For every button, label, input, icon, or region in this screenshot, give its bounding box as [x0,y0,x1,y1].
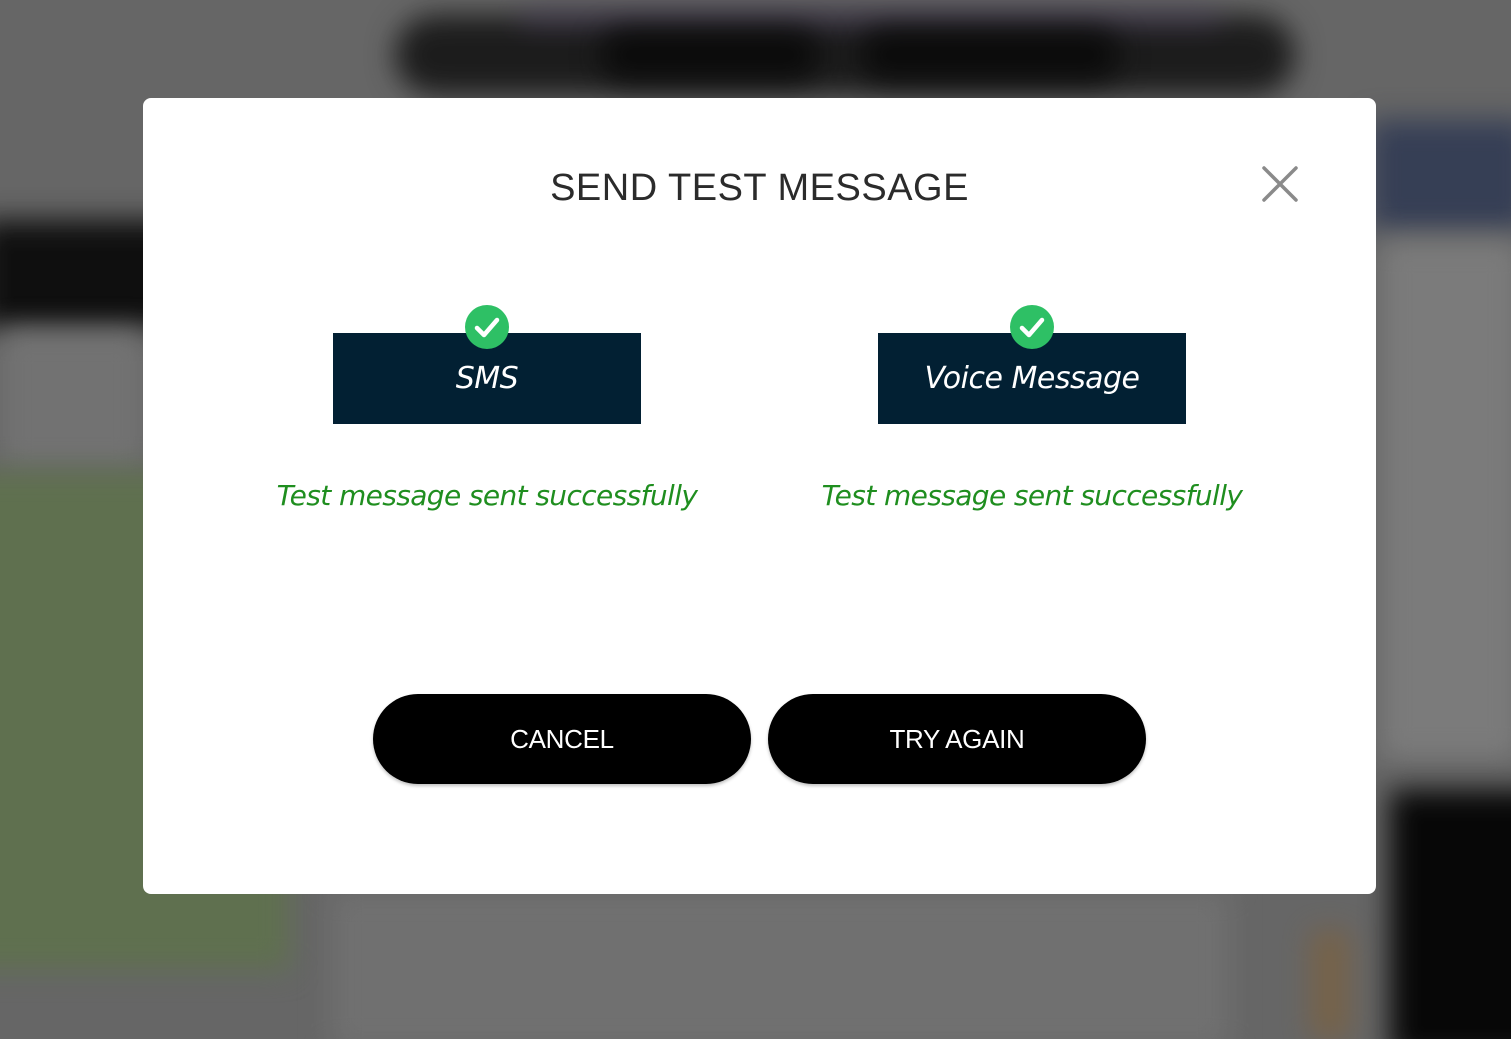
channel-label: SMS [455,361,519,396]
close-x-icon [1262,166,1298,202]
try-again-button[interactable]: TRY AGAIN [768,694,1146,784]
cancel-button[interactable]: CANCEL [373,694,751,784]
close-button[interactable] [1260,164,1300,204]
send-test-message-dialog: SEND TEST MESSAGE SMS Test message sent … [143,98,1376,894]
dialog-title: SEND TEST MESSAGE [550,167,969,209]
check-circle-icon [1010,305,1054,349]
channel-label: Voice Message [924,361,1140,396]
channel-status: Test message sent successfully [821,479,1243,512]
channel-status: Test message sent successfully [276,479,698,512]
check-circle-icon [465,305,509,349]
